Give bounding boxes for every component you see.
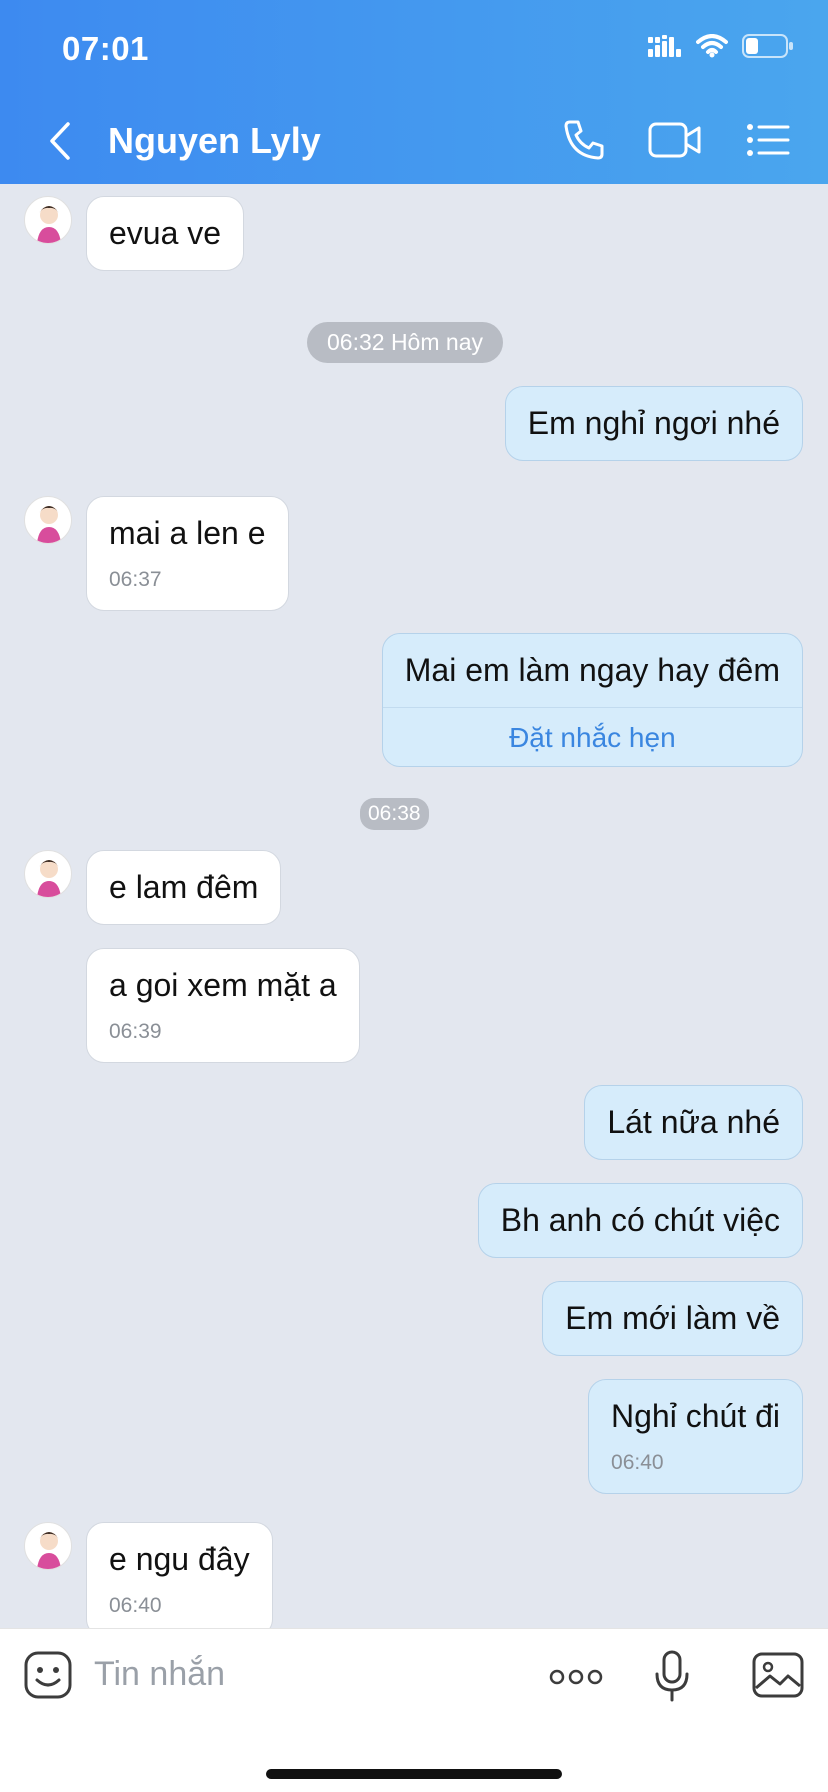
set-reminder-link[interactable]: Đặt nhắc hẹn <box>405 722 780 754</box>
message-bubble[interactable]: Em mới làm về <box>542 1281 803 1356</box>
wifi-icon <box>696 34 728 58</box>
sticker-button[interactable] <box>22 1649 74 1701</box>
message-bubble[interactable]: a goi xem mặt a 06:39 <box>86 948 360 1063</box>
message-bubble[interactable]: evua ve <box>86 196 245 271</box>
message-text: Em mới làm về <box>565 1300 780 1336</box>
message-time: 06:40 <box>109 1594 162 1617</box>
avatar-icon <box>37 206 61 243</box>
message-composer: Tin nhắn <box>0 1628 828 1792</box>
message-bubble[interactable]: Lát nữa nhé <box>584 1085 803 1160</box>
call-button[interactable] <box>556 114 612 166</box>
message-text: mai a len e <box>109 515 266 551</box>
avatar-icon <box>37 860 61 897</box>
message-bubble[interactable]: Em nghỉ ngơi nhé <box>504 386 803 461</box>
contact-name[interactable]: Nguyen Lyly <box>108 120 321 162</box>
message-list[interactable]: evua ve 06:32 Hôm nay Em nghỉ ngơi nhé m… <box>0 184 828 1628</box>
message-text: e lam đêm <box>109 869 259 905</box>
avatar-icon <box>37 1532 61 1569</box>
divider <box>382 707 802 708</box>
message-input[interactable]: Tin nhắn <box>94 1655 225 1694</box>
chat-header: 07:01 Nguyen Lyly <box>0 0 828 184</box>
avatar[interactable] <box>24 1522 72 1570</box>
avatar[interactable] <box>24 850 72 898</box>
message-time: 06:40 <box>611 1451 664 1474</box>
message-time: 06:37 <box>109 568 162 591</box>
more-button[interactable] <box>548 1659 604 1695</box>
video-icon <box>648 122 701 158</box>
more-icon <box>549 1669 603 1685</box>
back-button[interactable] <box>40 116 80 166</box>
date-divider: 06:32 Hôm nay <box>307 322 503 363</box>
avatar-icon <box>37 506 61 543</box>
home-indicator <box>266 1769 562 1779</box>
sticker-icon <box>24 1651 72 1699</box>
signal-icon <box>648 35 681 57</box>
message-text: evua ve <box>109 215 222 251</box>
image-icon <box>752 1652 804 1698</box>
message-text: e ngu đây <box>109 1541 250 1577</box>
nav-bar: Nguyen Lyly <box>0 108 828 174</box>
message-text: Em nghỉ ngơi nhé <box>527 405 780 441</box>
message-text: Mai em làm ngay hay đêm <box>404 652 780 688</box>
image-button[interactable] <box>752 1651 804 1699</box>
phone-icon <box>564 120 604 160</box>
message-time: 06:39 <box>109 1020 162 1043</box>
message-text: Nghỉ chút đi <box>611 1398 780 1434</box>
status-icons <box>648 34 794 58</box>
back-icon <box>50 122 70 160</box>
mic-button[interactable] <box>652 1649 692 1705</box>
mic-icon <box>655 1650 689 1702</box>
message-bubble[interactable]: e lam đêm <box>86 850 282 925</box>
message-bubble[interactable]: mai a len e 06:37 <box>86 496 289 611</box>
menu-icon <box>747 124 790 156</box>
message-time: 06:38 <box>360 798 429 830</box>
message-bubble[interactable]: Mai em làm ngay hay đêm Đặt nhắc hẹn <box>381 633 803 767</box>
message-text: a goi xem mặt a <box>109 967 337 1003</box>
options-button[interactable] <box>740 114 796 166</box>
status-time: 07:01 <box>62 30 149 67</box>
message-bubble[interactable]: Nghỉ chút đi 06:40 <box>588 1379 803 1494</box>
video-call-button[interactable] <box>647 114 703 166</box>
avatar[interactable] <box>24 496 72 544</box>
avatar[interactable] <box>24 196 72 244</box>
message-text: Bh anh có chút việc <box>500 1202 780 1238</box>
message-text: Lát nữa nhé <box>607 1104 780 1140</box>
message-bubble[interactable]: Bh anh có chút việc <box>477 1183 803 1258</box>
battery-icon <box>742 34 793 58</box>
message-bubble[interactable]: e ngu đây 06:40 <box>86 1522 273 1628</box>
